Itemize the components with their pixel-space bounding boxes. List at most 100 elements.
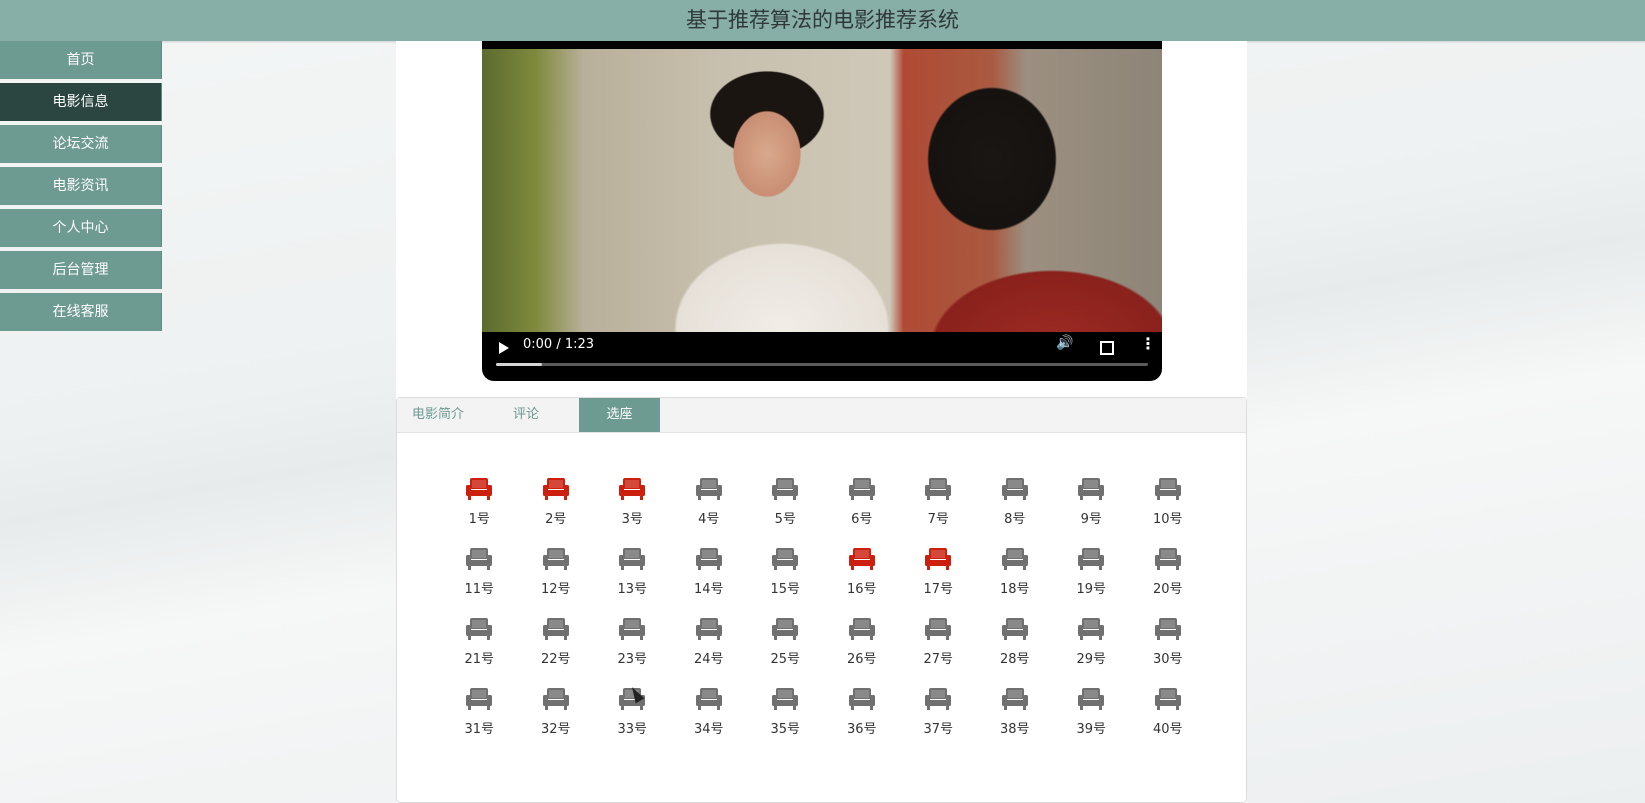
seat-3[interactable]: 3号	[594, 476, 671, 546]
seat-label: 39号	[1076, 722, 1107, 737]
seat-icon	[772, 548, 799, 570]
seat-grid: 1号 2号 3号 4号 5号 6号 7号 8号 9号 10号 11号 12号 13号 14号 15号 16号 1…	[441, 476, 1206, 756]
seat-label: 32号	[540, 722, 571, 737]
seat-1[interactable]: 1号	[441, 476, 518, 546]
seat-30[interactable]: 30号	[1130, 616, 1207, 686]
seat-label: 9号	[1080, 512, 1102, 527]
seat-icon	[1078, 688, 1105, 710]
seat-icon	[1154, 478, 1181, 500]
video-progress-bar[interactable]	[496, 363, 1148, 366]
seat-icon	[619, 548, 646, 570]
seat-icon	[1001, 548, 1028, 570]
play-icon[interactable]	[499, 342, 509, 354]
seat-icon	[542, 478, 569, 500]
seat-11[interactable]: 11号	[441, 546, 518, 616]
sidebar-item-movie-info[interactable]: 电影信息	[0, 83, 162, 121]
seat-12[interactable]: 12号	[518, 546, 595, 616]
seat-9[interactable]: 9号	[1053, 476, 1130, 546]
seat-18[interactable]: 18号	[977, 546, 1054, 616]
tab-comments[interactable]: 评论	[498, 398, 579, 432]
seat-15[interactable]: 15号	[747, 546, 824, 616]
seat-29[interactable]: 29号	[1053, 616, 1130, 686]
seat-38[interactable]: 38号	[977, 686, 1054, 756]
seat-icon	[466, 548, 493, 570]
seat-label: 16号	[846, 582, 877, 597]
sidebar-item-personal-center[interactable]: 个人中心	[0, 209, 162, 247]
video-frame[interactable]	[482, 49, 1162, 332]
seat-icon	[695, 548, 722, 570]
seat-5[interactable]: 5号	[747, 476, 824, 546]
sidebar-item-forum[interactable]: 论坛交流	[0, 125, 162, 163]
seat-icon	[1154, 548, 1181, 570]
seat-34[interactable]: 34号	[671, 686, 748, 756]
video-player[interactable]: 0:00 / 1:23 🔊 ⋮	[482, 41, 1162, 381]
seat-icon	[1001, 688, 1028, 710]
seat-37[interactable]: 37号	[900, 686, 977, 756]
seat-23[interactable]: 23号	[594, 616, 671, 686]
seat-label: 3号	[621, 512, 643, 527]
seat-25[interactable]: 25号	[747, 616, 824, 686]
seat-icon	[695, 688, 722, 710]
seat-13[interactable]: 13号	[594, 546, 671, 616]
seat-35[interactable]: 35号	[747, 686, 824, 756]
sidebar-item-admin[interactable]: 后台管理	[0, 251, 162, 289]
seat-20[interactable]: 20号	[1130, 546, 1207, 616]
seat-label: 8号	[1004, 512, 1026, 527]
seat-4[interactable]: 4号	[671, 476, 748, 546]
seat-label: 12号	[540, 582, 571, 597]
seat-19[interactable]: 19号	[1053, 546, 1130, 616]
app-title: 基于推荐算法的电影推荐系统	[0, 0, 1645, 41]
seat-label: 28号	[999, 652, 1030, 667]
seat-27[interactable]: 27号	[900, 616, 977, 686]
tab-movie-intro[interactable]: 电影简介	[397, 398, 498, 432]
seat-label: 6号	[851, 512, 873, 527]
seat-label: 38号	[999, 722, 1030, 737]
seat-icon	[1078, 618, 1105, 640]
seat-icon	[848, 688, 875, 710]
seat-label: 15号	[770, 582, 801, 597]
seat-icon	[466, 478, 493, 500]
seat-label: 19号	[1076, 582, 1107, 597]
seat-icon	[772, 478, 799, 500]
seat-26[interactable]: 26号	[824, 616, 901, 686]
seat-40[interactable]: 40号	[1130, 686, 1207, 756]
seat-label: 23号	[617, 652, 648, 667]
seat-22[interactable]: 22号	[518, 616, 595, 686]
volume-icon[interactable]: 🔊	[1056, 335, 1073, 351]
sidebar-item-customer-service[interactable]: 在线客服	[0, 293, 162, 331]
sidebar: 首页 电影信息 论坛交流 电影资讯 个人中心 后台管理 在线客服	[0, 41, 162, 335]
seat-label: 37号	[923, 722, 954, 737]
seat-36[interactable]: 36号	[824, 686, 901, 756]
tab-seat-selection[interactable]: 选座	[579, 398, 660, 432]
seat-icon	[1154, 688, 1181, 710]
seat-label: 36号	[846, 722, 877, 737]
seat-label: 22号	[540, 652, 571, 667]
seat-14[interactable]: 14号	[671, 546, 748, 616]
sidebar-item-home[interactable]: 首页	[0, 41, 162, 79]
seat-28[interactable]: 28号	[977, 616, 1054, 686]
seat-39[interactable]: 39号	[1053, 686, 1130, 756]
seat-17[interactable]: 17号	[900, 546, 977, 616]
more-options-icon[interactable]: ⋮	[1140, 334, 1156, 353]
seat-31[interactable]: 31号	[441, 686, 518, 756]
seat-6[interactable]: 6号	[824, 476, 901, 546]
seat-10[interactable]: 10号	[1130, 476, 1207, 546]
seat-icon	[619, 618, 646, 640]
seat-icon	[1001, 478, 1028, 500]
seat-16[interactable]: 16号	[824, 546, 901, 616]
seat-21[interactable]: 21号	[441, 616, 518, 686]
seat-2[interactable]: 2号	[518, 476, 595, 546]
seat-7[interactable]: 7号	[900, 476, 977, 546]
seat-label: 5号	[774, 512, 796, 527]
seat-8[interactable]: 8号	[977, 476, 1054, 546]
tab-bar: 电影简介 评论 选座	[397, 398, 1246, 433]
fullscreen-icon[interactable]	[1100, 341, 1114, 355]
seat-label: 29号	[1076, 652, 1107, 667]
seat-label: 7号	[927, 512, 949, 527]
seat-32[interactable]: 32号	[518, 686, 595, 756]
seat-icon	[848, 618, 875, 640]
seat-label: 24号	[693, 652, 724, 667]
seat-24[interactable]: 24号	[671, 616, 748, 686]
sidebar-item-movie-news[interactable]: 电影资讯	[0, 167, 162, 205]
seat-icon	[925, 618, 952, 640]
